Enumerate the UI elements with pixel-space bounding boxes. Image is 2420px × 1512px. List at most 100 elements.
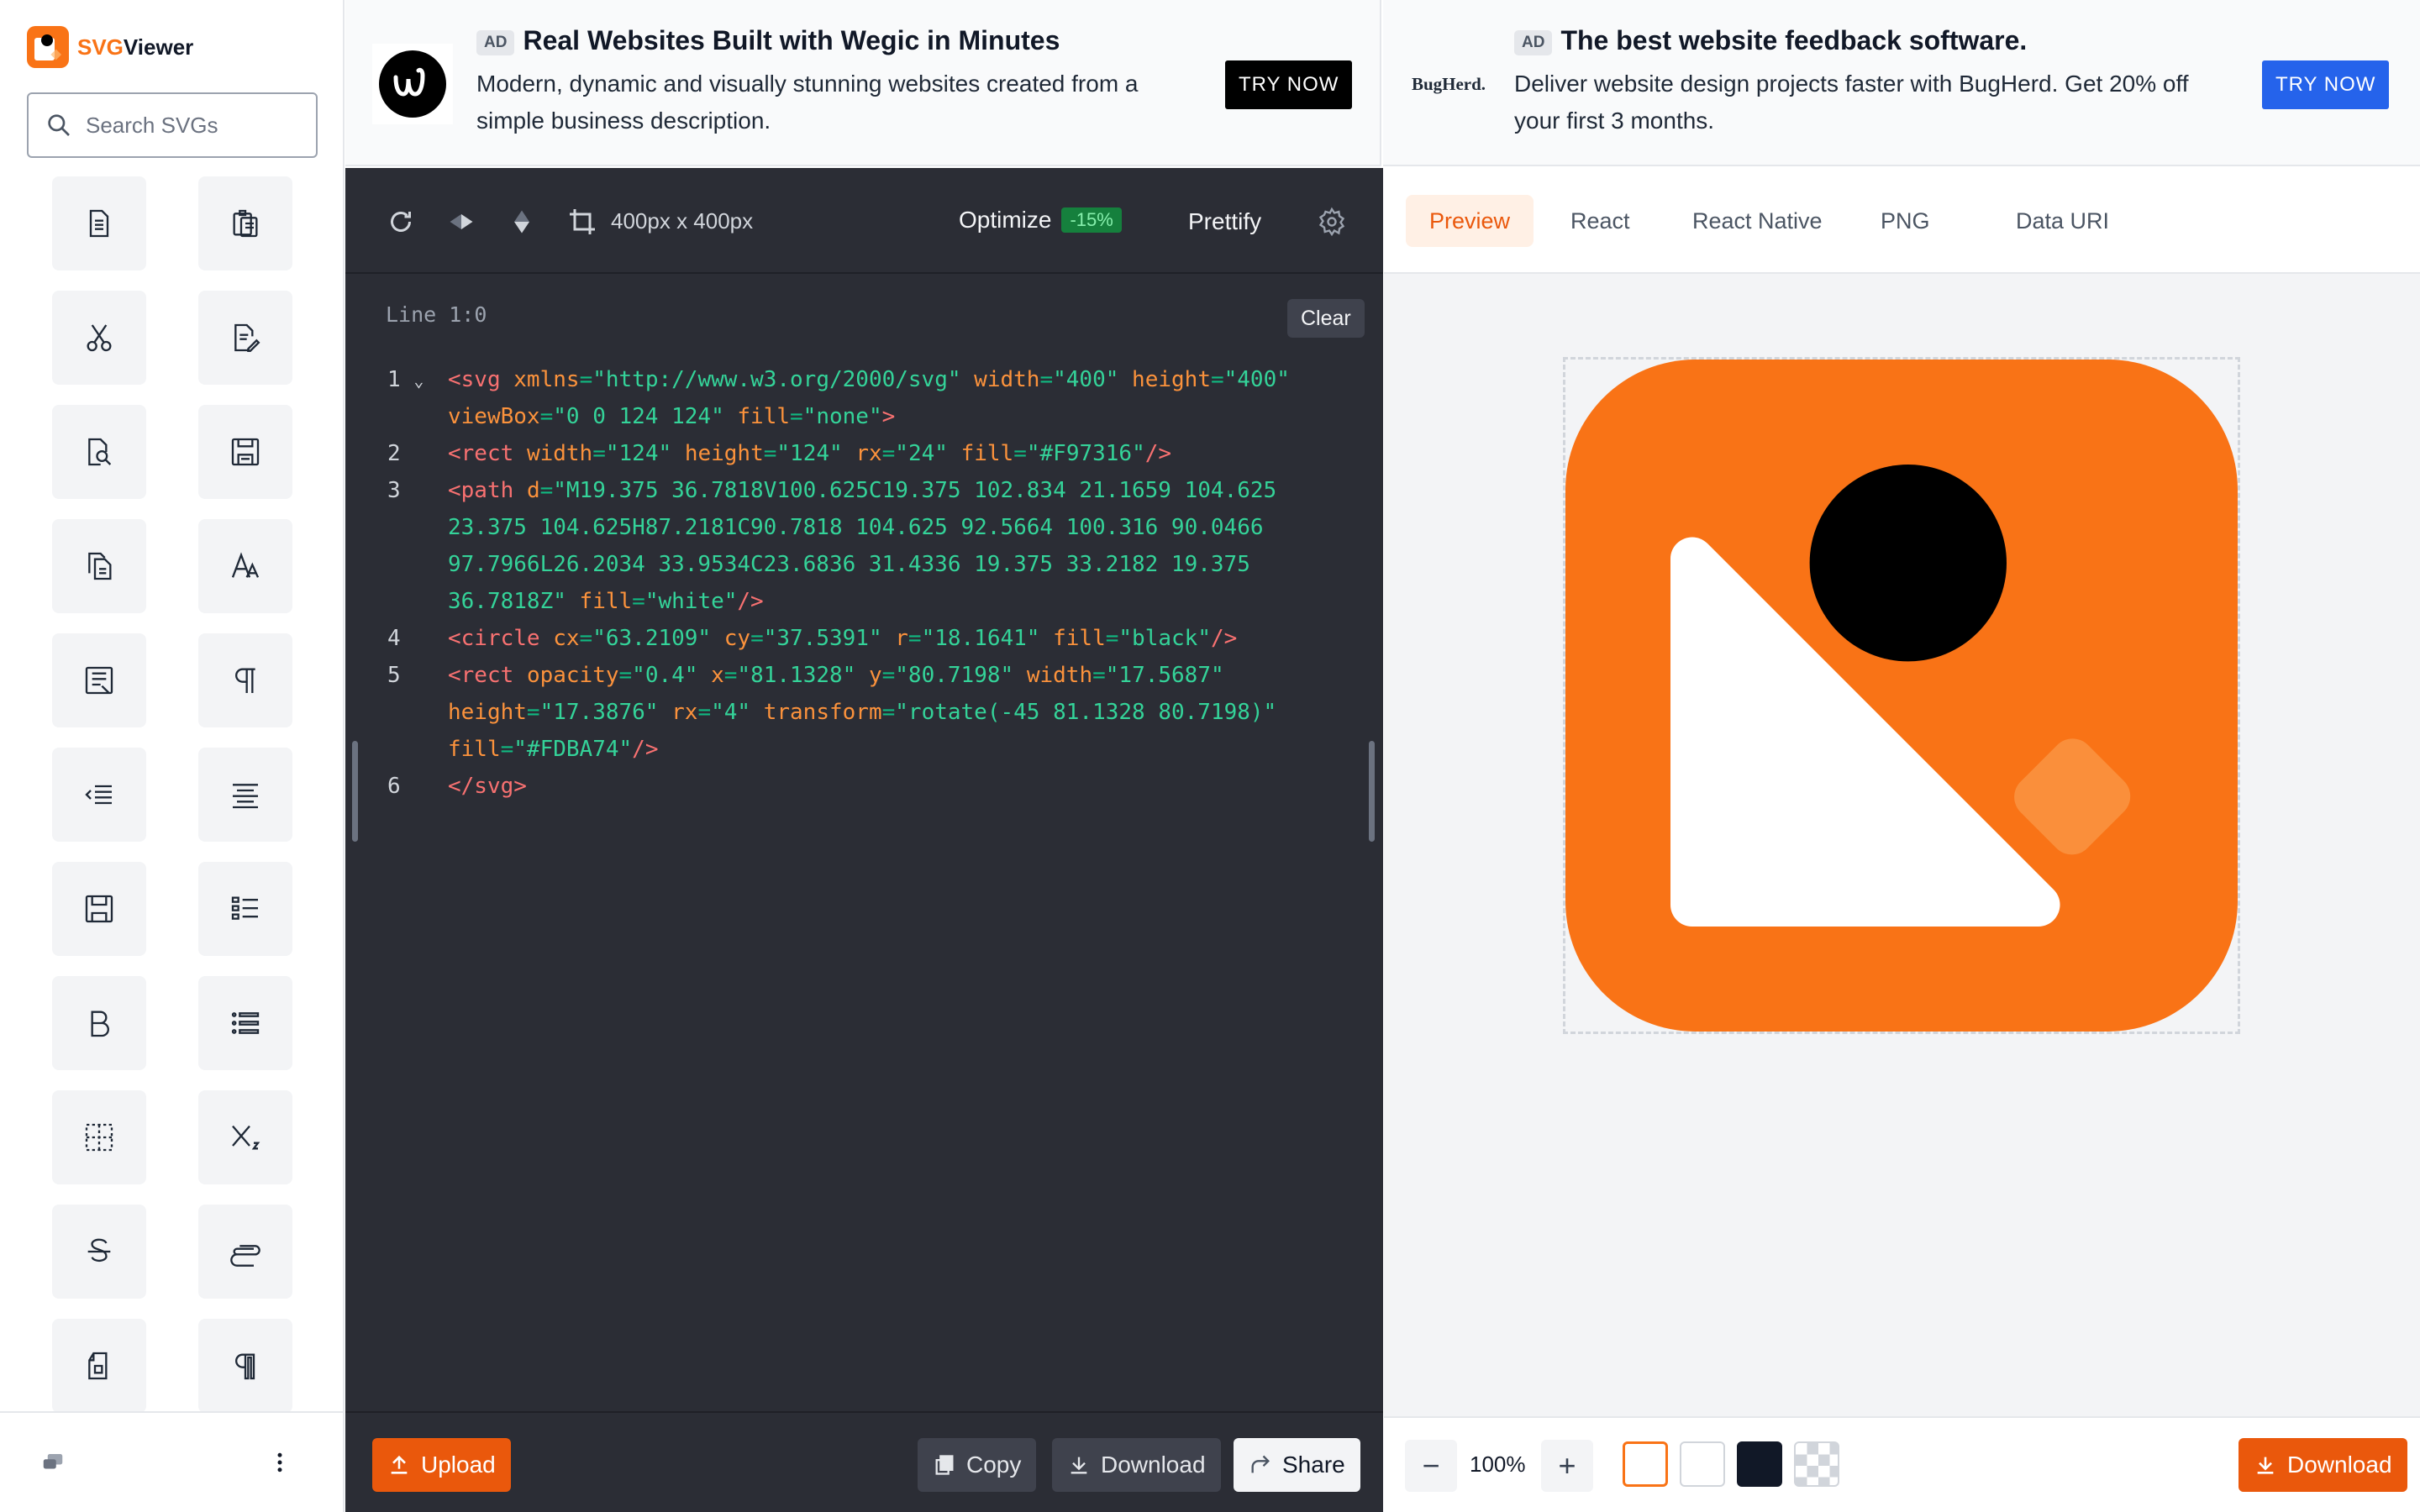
search-icon [48, 114, 70, 136]
rotate-icon[interactable] [386, 207, 416, 237]
flip-horizontal-icon[interactable] [446, 207, 476, 237]
copy-icon [935, 1455, 954, 1475]
try-now-button[interactable]: TRY NOW [1225, 60, 1353, 109]
bold-icon [91, 1011, 109, 1037]
minus-icon: − [1422, 1448, 1440, 1483]
icon-tile[interactable] [198, 633, 292, 727]
code-line: 6 </svg> [387, 768, 1328, 805]
background-swatch-checker[interactable] [1794, 1441, 1839, 1487]
logo-mark-icon [27, 26, 69, 68]
strikethrough-icon [87, 1238, 111, 1263]
document-icon [89, 209, 109, 238]
icon-tile[interactable] [52, 976, 146, 1070]
icon-tile[interactable] [198, 176, 292, 270]
icon-tile[interactable] [52, 519, 146, 613]
settings-gear-icon[interactable] [1317, 207, 1347, 237]
tab-png[interactable]: PNG [1857, 195, 1954, 247]
line-number: 2 [387, 441, 401, 466]
share-button[interactable]: Share [1234, 1438, 1360, 1492]
icon-tile[interactable] [198, 519, 292, 613]
feedback-icon[interactable] [40, 1450, 66, 1475]
background-swatch-dark[interactable] [1737, 1441, 1782, 1487]
code-line: 5 <rect opacity="0.4" x="81.1328" y="80.… [387, 657, 1328, 768]
bugherd-logo: BugHerd. [1411, 73, 1486, 94]
app-logo[interactable]: SVGViewer [27, 25, 193, 69]
download-image-button[interactable]: Download [2238, 1438, 2407, 1492]
paperclip-icon [230, 1245, 260, 1267]
icon-tile[interactable] [198, 748, 292, 842]
upload-icon [391, 1455, 408, 1474]
download-code-button[interactable]: Download [1052, 1438, 1221, 1492]
preview-background-rect [1565, 360, 2238, 1032]
code-line: 3 <path d="M19.375 36.7818V100.625C19.37… [387, 472, 1328, 620]
plus-icon: + [1558, 1448, 1576, 1483]
background-swatch-white[interactable] [1680, 1441, 1725, 1487]
tab-react[interactable]: React [1547, 195, 1654, 247]
icon-tile[interactable] [198, 1319, 292, 1413]
clear-button[interactable]: Clear [1287, 299, 1365, 338]
zoom-out-button[interactable]: − [1405, 1440, 1457, 1492]
icon-tile[interactable] [52, 1205, 146, 1299]
icon-tile[interactable] [198, 1205, 292, 1299]
preview-panel: Preview React React Native PNG Data URI [1384, 168, 2420, 1512]
editor-toolbar: 400px x 400px Optimize -15% Prettify [345, 168, 1383, 274]
form-document-icon [85, 666, 113, 695]
icon-tile[interactable] [52, 291, 146, 385]
icon-tile[interactable] [198, 862, 292, 956]
ad-badge: AD [476, 29, 515, 55]
prettify-button[interactable]: Prettify [1188, 208, 1261, 235]
download-icon [1071, 1457, 1087, 1474]
svg-preview-canvas [1563, 357, 2240, 1034]
line-number: 1 ⌄ [387, 367, 424, 392]
flip-vertical-icon[interactable] [507, 207, 537, 237]
icon-tile[interactable] [198, 976, 292, 1070]
icon-tile[interactable] [52, 1319, 146, 1413]
wegic-logo [372, 44, 453, 124]
line-number: 3 [387, 478, 401, 503]
sidebar: SVGViewer [0, 0, 345, 1512]
tab-data-uri[interactable]: Data URI [1992, 195, 2133, 247]
crop-icon[interactable] [567, 207, 597, 237]
icon-tile[interactable] [52, 1090, 146, 1184]
icon-tile[interactable] [52, 176, 146, 270]
code-editor-panel: 400px x 400px Optimize -15% Prettify Line… [345, 168, 1383, 1512]
sidebar-footer [0, 1411, 343, 1512]
icon-tile[interactable] [52, 862, 146, 956]
icon-tile[interactable] [198, 405, 292, 499]
floppy-disk-icon [231, 438, 260, 466]
search-box[interactable] [27, 92, 318, 158]
line-number: 5 [387, 663, 401, 688]
more-vertical-icon[interactable] [267, 1450, 292, 1475]
background-swatch-transparent[interactable] [1623, 1441, 1668, 1487]
ad-banner-wegic[interactable]: AD Real Websites Built with Wegic in Minu… [345, 0, 1381, 166]
tab-react-native[interactable]: React Native [1669, 195, 1846, 247]
optimize-button[interactable]: Optimize -15% [959, 207, 1122, 234]
code-line: 2 <rect width="124" height="124" rx="24"… [387, 435, 1328, 472]
icon-tile[interactable] [52, 748, 146, 842]
resize-handle-left[interactable] [352, 741, 358, 842]
icon-tile[interactable] [52, 405, 146, 499]
icon-tile[interactable] [52, 633, 146, 727]
line-number: 6 [387, 774, 401, 799]
optimize-badge: -15% [1061, 207, 1122, 233]
zoom-in-button[interactable]: + [1541, 1440, 1593, 1492]
preview-tabs: Preview React React Native PNG Data URI [1384, 168, 2420, 274]
search-input[interactable] [86, 112, 296, 139]
icon-tile[interactable] [198, 1090, 292, 1184]
table-dashed-icon [85, 1123, 113, 1152]
code-line: 4 <circle cx="63.2109" cy="37.5391" r="1… [387, 620, 1328, 657]
icon-tile[interactable] [198, 291, 292, 385]
ad-banner-bugherd[interactable]: BugHerd. AD The best website feedback sof… [1383, 0, 2420, 166]
resize-handle-right[interactable] [1369, 741, 1375, 842]
document-edit-icon [234, 323, 260, 352]
app-name: SVGViewer [77, 34, 194, 60]
code-area[interactable]: 1 ⌄ <svg xmlns="http://www.w3.org/2000/s… [387, 361, 1328, 805]
try-now-button[interactable]: TRY NOW [2262, 60, 2390, 109]
tab-preview[interactable]: Preview [1406, 195, 1534, 247]
copy-button[interactable]: Copy [918, 1438, 1037, 1492]
subscript-icon [232, 1125, 260, 1150]
upload-button[interactable]: Upload [372, 1438, 511, 1492]
cursor-position: Line 1:0 [386, 302, 487, 327]
share-icon [1251, 1455, 1270, 1473]
align-center-icon [233, 784, 258, 809]
